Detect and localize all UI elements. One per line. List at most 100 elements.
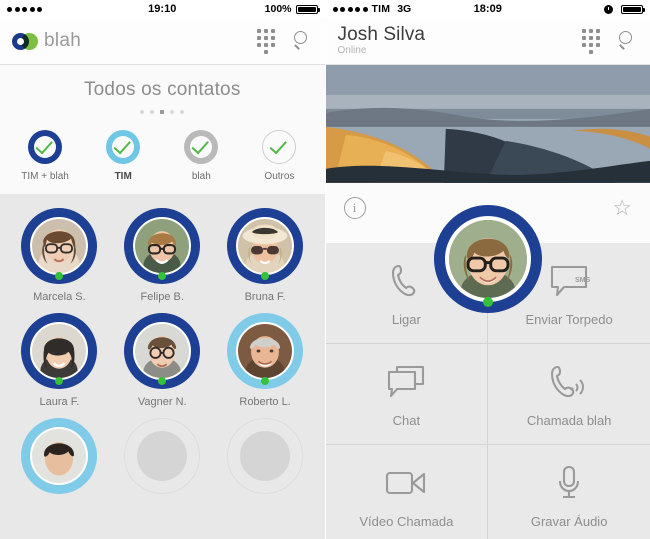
status-time: 18:09: [326, 3, 650, 15]
page-title: Todos os contatos: [0, 79, 325, 101]
nav-actions-left: [257, 29, 313, 54]
contacts-grid: Marcela S. Felipe B. Bruna F. Laura F. V…: [0, 194, 325, 539]
avatar: [21, 313, 97, 389]
category-filter-tim[interactable]: TIM: [88, 130, 158, 182]
avatar: [21, 418, 97, 494]
search-icon[interactable]: [293, 31, 313, 51]
contact-name: Marcela S.: [33, 291, 86, 303]
online-indicator: [261, 377, 269, 385]
avatar-photo: [30, 427, 88, 485]
action-video-chamada[interactable]: Vídeo Chamada: [326, 445, 488, 539]
avatar-placeholder: [124, 418, 200, 494]
nav-actions-right: [582, 29, 638, 54]
sms-bubble-icon: SMS: [548, 260, 590, 302]
contact-header: Josh Silva Online: [338, 25, 426, 56]
online-indicator: [158, 377, 166, 385]
action-row: Chat Chamada blah: [326, 343, 650, 444]
action-label: Vídeo Chamada: [359, 514, 453, 529]
contact-detail-screen: TIM 3G 18:09 ᚝ Josh Silva Online: [326, 0, 650, 539]
photo-woman-dark-hair: [32, 324, 86, 378]
photo-josh-silva: [449, 220, 527, 298]
nav-bar-right: Josh Silva Online: [326, 18, 650, 65]
contacts-row: Marcela S. Felipe B. Bruna F.: [0, 208, 325, 303]
video-camera-icon: [384, 462, 428, 504]
dialpad-icon[interactable]: [582, 29, 600, 54]
avatar: [124, 208, 200, 284]
category-filter-row: TIM + blah TIM blah Outros: [0, 130, 325, 182]
contact-item[interactable]: Felipe B.: [116, 208, 208, 303]
contact-item[interactable]: [219, 418, 311, 501]
category-filter-outros[interactable]: Outros: [244, 130, 314, 182]
avatar-photo: [135, 429, 189, 483]
online-indicator: [158, 272, 166, 280]
contact-item[interactable]: Laura F.: [13, 313, 105, 408]
avatar: [227, 208, 303, 284]
action-label: Chat: [393, 413, 420, 428]
status-bar-left: 19:10 100%: [0, 0, 325, 18]
avatar-photo: [236, 217, 294, 275]
battery-percent: 100%: [265, 3, 292, 15]
contact-name: Bruna F.: [245, 291, 286, 303]
action-label: Gravar Áudio: [531, 514, 608, 529]
check-badge-icon: [106, 130, 140, 164]
check-badge-icon: [28, 130, 62, 164]
contact-name: Felipe B.: [141, 291, 184, 303]
profile-avatar-zone: i ☆: [326, 183, 650, 243]
avatar-placeholder: [227, 418, 303, 494]
check-badge-icon: [184, 130, 218, 164]
voip-call-icon: [548, 361, 590, 403]
avatar-photo: [238, 429, 292, 483]
contact-name: Vagner N.: [138, 396, 187, 408]
action-chat[interactable]: Chat: [326, 344, 488, 444]
desert-landscape-image: [326, 65, 650, 183]
action-gravar-audio[interactable]: Gravar Áudio: [487, 445, 650, 539]
app-logo: blah: [12, 30, 81, 52]
contact-item[interactable]: Bruna F.: [219, 208, 311, 303]
profile-avatar[interactable]: [434, 205, 542, 313]
status-bar-right: TIM 3G 18:09 ᚝: [326, 0, 650, 18]
dual-screen-container: 19:10 100% blah Todos os contatos TIM + …: [0, 0, 650, 539]
microphone-icon: [554, 462, 584, 504]
photo-man-dark-hair: [32, 429, 86, 483]
avatar-photo: [30, 217, 88, 275]
star-icon[interactable]: ☆: [612, 197, 632, 219]
contact-status-text: Online: [338, 46, 426, 57]
nav-bar-left: blah: [0, 18, 325, 65]
photo-young-man-glasses: [135, 324, 189, 378]
avatar-photo: [133, 322, 191, 380]
page-dots[interactable]: [0, 110, 325, 114]
online-indicator: [483, 297, 493, 307]
search-icon[interactable]: [618, 31, 638, 51]
category-label: Outros: [264, 171, 294, 182]
category-label: TIM + blah: [21, 171, 69, 182]
contact-item[interactable]: Vagner N.: [116, 313, 208, 408]
contacts-screen: 19:10 100% blah Todos os contatos TIM + …: [0, 0, 326, 539]
contact-item[interactable]: Roberto L.: [219, 313, 311, 408]
action-chamada-blah[interactable]: Chamada blah: [487, 344, 650, 444]
status-right-group: 100%: [265, 3, 318, 15]
online-indicator: [261, 272, 269, 280]
contact-item[interactable]: Marcela S.: [13, 208, 105, 303]
avatar: [124, 313, 200, 389]
battery-icon: [296, 5, 318, 14]
photo-woman-hat: [238, 219, 292, 273]
category-label: blah: [192, 171, 211, 182]
dialpad-icon[interactable]: [257, 29, 275, 54]
avatar-photo: [30, 322, 88, 380]
online-indicator: [55, 272, 63, 280]
category-filter-blah[interactable]: blah: [166, 130, 236, 182]
avatar: [227, 313, 303, 389]
status-right-group: ᚝: [604, 4, 643, 15]
contact-item[interactable]: [13, 418, 105, 501]
avatar-photo: [133, 217, 191, 275]
category-filter-tim-blah[interactable]: TIM + blah: [10, 130, 80, 182]
contact-item[interactable]: [116, 418, 208, 501]
action-label: Ligar: [392, 312, 421, 327]
contact-name: Laura F.: [40, 396, 80, 408]
info-icon[interactable]: i: [344, 197, 366, 219]
contact-name-title: Josh Silva: [338, 25, 426, 45]
contacts-header-section: Todos os contatos TIM + blah TIM blah Ou…: [0, 65, 325, 194]
blah-logo-icon: [12, 33, 38, 50]
alarm-clock-icon: [604, 5, 613, 14]
check-badge-icon: [262, 130, 296, 164]
